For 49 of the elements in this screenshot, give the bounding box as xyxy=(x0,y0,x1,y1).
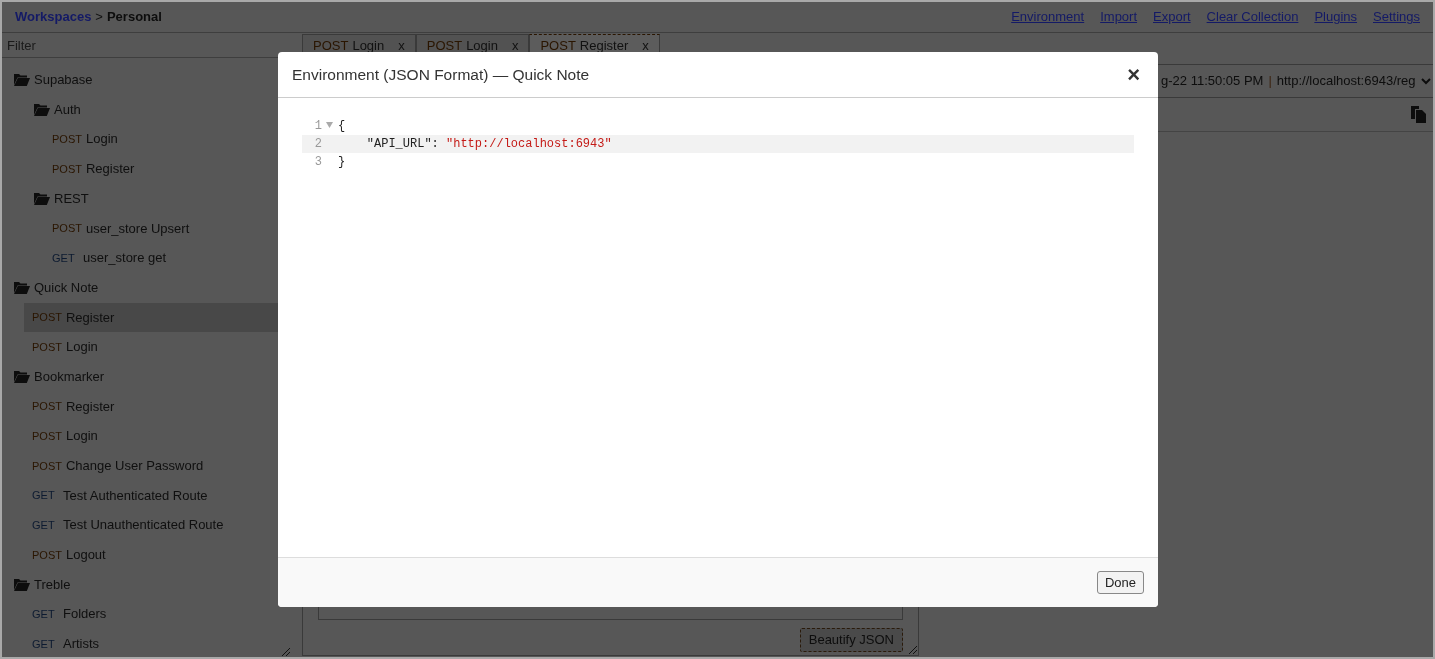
beautify-button[interactable]: Beautify JSON xyxy=(799,628,903,652)
tree-request[interactable]: GET Folders xyxy=(24,599,278,630)
dialog-title: Environment (JSON Format) — Quick Note xyxy=(292,64,590,85)
resize-grip-icon[interactable] xyxy=(281,647,290,656)
line-number: 2 xyxy=(314,136,322,153)
code-line[interactable]: 3 } xyxy=(302,153,1134,171)
menu-link[interactable]: Clear Collection xyxy=(1206,7,1299,27)
close-button[interactable]: × xyxy=(1123,63,1144,86)
breadcrumb-current: Personal xyxy=(106,8,162,27)
tree-folder[interactable]: Supabase xyxy=(4,65,278,95)
tree-request[interactable]: POST user_store Upsert xyxy=(44,213,278,244)
folder-icon xyxy=(14,281,30,295)
menu-link[interactable]: Plugins xyxy=(1314,7,1357,27)
folder-icon xyxy=(14,370,30,384)
menu-link[interactable]: Export xyxy=(1153,7,1191,27)
tree-request[interactable]: POST Login xyxy=(44,124,278,155)
breadcrumb-link[interactable]: Workspaces xyxy=(15,7,92,27)
line-number: 3 xyxy=(314,154,322,171)
tree-request[interactable]: POST Register xyxy=(24,391,278,422)
done-button[interactable]: Done xyxy=(1096,570,1144,595)
fold-arrow-icon[interactable] xyxy=(326,122,333,128)
tree-request[interactable]: POST Login xyxy=(24,421,278,451)
tree-request[interactable]: POST Register xyxy=(44,154,278,184)
tree-request[interactable]: GET Artists xyxy=(24,629,278,657)
tree-folder[interactable]: Treble xyxy=(4,569,278,600)
tree-request[interactable]: POST Register xyxy=(24,302,278,333)
folder-icon xyxy=(34,192,50,206)
tree-request[interactable]: GET user_store get xyxy=(44,243,278,273)
line-number: 1 xyxy=(314,118,322,135)
copy-icon[interactable] xyxy=(1410,106,1426,123)
tree-request[interactable]: POST Login xyxy=(24,332,278,362)
tree-folder[interactable]: Auth xyxy=(24,94,278,125)
tree-folder[interactable]: Bookmarker xyxy=(4,361,278,392)
menu-link[interactable]: Import xyxy=(1100,7,1138,27)
tree-folder[interactable]: Quick Note xyxy=(4,272,278,303)
tree-request[interactable]: POST Logout xyxy=(24,540,278,570)
folder-icon xyxy=(34,103,50,117)
chevron-down-icon xyxy=(1420,77,1431,85)
menu-link[interactable]: Environment xyxy=(1011,7,1085,27)
resize-grip-icon[interactable] xyxy=(908,645,917,654)
menu-link[interactable]: Settings xyxy=(1373,7,1420,27)
code-line[interactable]: 1 { xyxy=(302,117,1134,135)
folder-icon xyxy=(14,73,30,87)
breadcrumb-separator: > xyxy=(95,8,103,27)
tree-request[interactable]: POST Change User Password xyxy=(24,450,278,481)
tree-request[interactable]: GET Test Unauthenticated Route xyxy=(24,510,278,540)
tree-request[interactable]: GET Test Authenticated Route xyxy=(24,480,278,511)
folder-icon xyxy=(14,578,30,592)
tree-folder[interactable]: REST xyxy=(24,183,278,214)
